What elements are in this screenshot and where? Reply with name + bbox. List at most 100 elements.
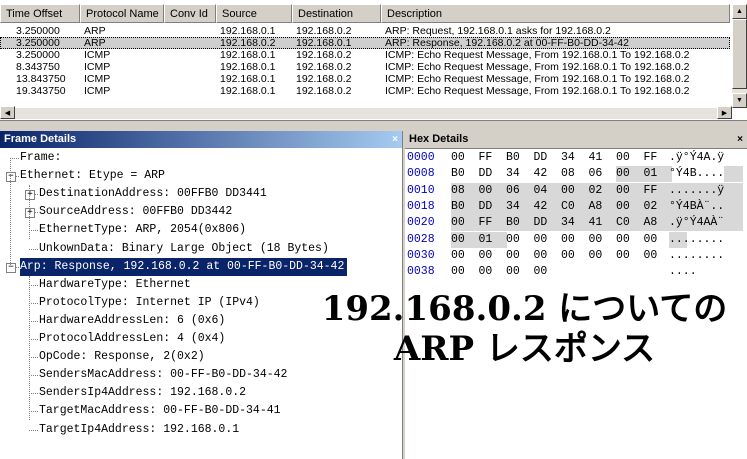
hex-byte[interactable]: 04 — [533, 182, 562, 199]
hex-byte[interactable]: FF — [479, 150, 507, 166]
column-header-description[interactable]: Description — [381, 4, 730, 23]
tree-field[interactable]: TargetMacAddress: 00-FF-B0-DD-34-41 — [39, 402, 281, 420]
hex-byte[interactable]: DD — [478, 198, 507, 215]
scroll-left-arrow-icon[interactable]: ◀ — [0, 106, 15, 119]
hex-byte[interactable]: 00 — [561, 182, 589, 199]
hex-byte[interactable]: B0 — [506, 150, 534, 166]
hex-byte[interactable]: 00 — [506, 264, 534, 280]
hex-byte[interactable]: 06 — [589, 166, 617, 182]
hex-byte[interactable]: 00 — [616, 150, 644, 166]
column-header-protocol-name[interactable]: Protocol Name — [80, 4, 164, 23]
hex-byte[interactable]: 00 — [534, 232, 562, 248]
expand-icon[interactable]: + — [25, 190, 35, 201]
tree-field[interactable]: HardwareType: Ethernet — [39, 276, 191, 294]
tree-field[interactable]: SendersIp4Address: 192.168.0.2 — [39, 384, 246, 402]
hex-byte[interactable]: 00 — [451, 231, 479, 248]
column-header-source[interactable]: Source — [216, 4, 292, 23]
hex-byte[interactable]: 00 — [478, 182, 507, 199]
hex-byte[interactable]: 00 — [589, 248, 617, 264]
hex-byte[interactable]: 00 — [506, 248, 534, 264]
hex-byte[interactable]: FF — [644, 150, 672, 166]
hex-byte[interactable]: 06 — [506, 182, 534, 199]
hex-byte[interactable]: 34 — [506, 198, 534, 215]
hex-byte[interactable]: 00 — [616, 182, 644, 199]
hex-ascii[interactable]: ........ — [669, 232, 724, 248]
hex-byte[interactable]: 41 — [589, 150, 617, 166]
scroll-down-arrow-icon[interactable]: ▼ — [732, 93, 747, 108]
hex-byte[interactable]: A8 — [643, 215, 672, 232]
hex-byte[interactable]: C0 — [561, 198, 589, 215]
hex-byte[interactable]: 00 — [561, 248, 589, 264]
hex-byte[interactable]: FF — [643, 182, 672, 199]
scroll-up-arrow-icon[interactable]: ▲ — [732, 4, 747, 19]
tree-field[interactable]: SourceAddress: 00FFB0 DD3442 — [39, 203, 232, 221]
tree-field[interactable]: ProtocolAddressLen: 4 (0x4) — [39, 330, 225, 348]
tree-field[interactable]: DestinationAddress: 00FFB0 DD3441 — [39, 185, 267, 203]
column-header-destination[interactable]: Destination — [292, 4, 381, 23]
hex-byte[interactable]: 00 — [479, 264, 507, 280]
hex-ascii[interactable]: .ÿ°Ý4A.ÿ — [669, 150, 724, 166]
hex-byte[interactable]: 08 — [451, 182, 479, 199]
hex-byte[interactable]: DD — [533, 215, 562, 232]
tree-field[interactable]: SendersMacAddress: 00-FF-B0-DD-34-42 — [39, 366, 287, 384]
hex-byte[interactable]: 00 — [451, 150, 479, 166]
hex-byte[interactable]: 08 — [561, 166, 589, 182]
packet-list-grid[interactable]: Time Offset Protocol Name Conv Id Source… — [0, 0, 747, 121]
hex-byte[interactable]: B0 — [506, 215, 534, 232]
packet-list-vertical-scrollbar[interactable]: ▲ ▼ — [732, 4, 747, 108]
hex-byte[interactable]: 00 — [561, 232, 589, 248]
tree-node[interactable]: Arp: Response, 192.168.0.2 at 00-FF-B0-D… — [20, 257, 348, 276]
tree-field[interactable]: TargetIp4Address: 192.168.0.1 — [39, 421, 239, 439]
hex-byte[interactable]: 01 — [478, 231, 507, 248]
hex-byte[interactable]: 00 — [644, 248, 672, 264]
hex-ascii[interactable]: ........ — [669, 248, 724, 264]
hex-byte[interactable]: DD — [479, 166, 507, 182]
tree-field[interactable]: HardwareAddressLen: 6 (0x6) — [39, 312, 225, 330]
hex-byte[interactable]: 00 — [506, 232, 534, 248]
hex-ascii[interactable]: °Ý4BÀ¨.. — [669, 199, 724, 215]
packet-list-horizontal-scrollbar[interactable]: ◀ ▶ — [0, 106, 732, 119]
hex-byte[interactable]: 00 — [644, 232, 672, 248]
hex-byte[interactable]: 34 — [561, 150, 589, 166]
tree-node[interactable]: Frame: — [20, 149, 61, 167]
hex-ascii[interactable]: .... — [669, 264, 697, 280]
expand-icon[interactable]: + — [25, 208, 35, 219]
hex-byte[interactable]: 00 — [534, 264, 562, 280]
packet-row[interactable]: 8.343750 ICMP 192.168.0.1 192.168.0.2 ICMP: … — [0, 61, 730, 73]
packet-row[interactable]: 19.343750 ICMP 192.168.0.1 192.168.0.2 ICMP:… — [0, 85, 730, 97]
hex-byte[interactable]: 00 — [451, 248, 479, 264]
hex-byte[interactable]: 01 — [643, 166, 672, 183]
column-header-time-offset[interactable]: Time Offset — [0, 4, 80, 23]
collapse-icon[interactable]: − — [6, 172, 16, 183]
hex-byte[interactable]: A8 — [588, 198, 617, 215]
hex-byte[interactable]: B0 — [451, 198, 479, 215]
hex-byte[interactable]: 00 — [616, 166, 644, 183]
hex-byte[interactable]: DD — [534, 150, 562, 166]
column-header-conv-id[interactable]: Conv Id — [164, 4, 216, 23]
hex-byte[interactable]: 02 — [643, 198, 672, 215]
hex-byte[interactable]: 00 — [616, 198, 644, 215]
hex-byte[interactable]: 02 — [588, 182, 617, 199]
tree-field[interactable]: ProtocolType: Internet IP (IPv4) — [39, 294, 260, 312]
scroll-right-arrow-icon[interactable]: ▶ — [717, 106, 732, 119]
hex-byte[interactable]: 00 — [451, 215, 479, 232]
packet-row[interactable]: 3.250000 ARP 192.168.0.1 192.168.0.2 ARP: Re… — [0, 25, 730, 37]
hex-ascii[interactable]: °Ý4B.... — [669, 166, 724, 182]
hex-ascii[interactable]: .......ÿ — [669, 183, 724, 199]
close-icon[interactable]: × — [737, 131, 743, 148]
hex-byte[interactable]: 42 — [534, 166, 562, 182]
scroll-thumb[interactable] — [732, 19, 747, 89]
hex-byte[interactable]: 34 — [561, 215, 589, 232]
packet-row[interactable]: 3.250000 ICMP 192.168.0.1 192.168.0.2 ICMP: … — [0, 49, 730, 61]
tree-field[interactable]: OpCode: Response, 2(0x2) — [39, 348, 205, 366]
hex-ascii[interactable]: .ÿ°Ý4AÀ¨ — [669, 215, 724, 231]
collapse-icon[interactable]: − — [6, 262, 16, 273]
hex-byte[interactable]: 42 — [533, 198, 562, 215]
tree-field[interactable]: UnkownData: Binary Large Object (18 Byte… — [39, 240, 329, 258]
tree-node[interactable]: Ethernet: Etype = ARP — [20, 167, 165, 185]
hex-byte[interactable]: 00 — [616, 232, 644, 248]
hex-byte[interactable]: 00 — [616, 248, 644, 264]
hex-byte[interactable]: 00 — [589, 232, 617, 248]
packet-row[interactable]: 3.250000 ARP 192.168.0.2 192.168.0.1 ARP: Re… — [0, 37, 730, 49]
hex-byte[interactable]: 00 — [534, 248, 562, 264]
